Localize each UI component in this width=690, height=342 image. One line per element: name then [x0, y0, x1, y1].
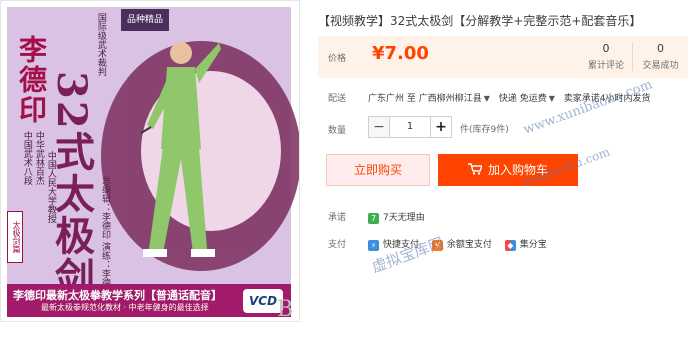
pay-jifenbao[interactable]: ◆ 集分宝 — [504, 237, 547, 251]
promise-value[interactable]: 7 7天无理由 — [368, 210, 425, 224]
cover-title: 32式太极剑 — [48, 71, 95, 299]
price-label: 价格 — [328, 54, 347, 64]
shop-logo: B — [277, 297, 294, 322]
decrease-button[interactable]: − — [368, 116, 390, 138]
cover-side-text: 总编辑：李德印 演练：李德印 — [100, 176, 110, 296]
ship-from: 广东广州 — [368, 94, 405, 104]
promise-row: 承诺 7 7天无理由 — [328, 210, 425, 224]
buy-now-button[interactable]: 立即购买 — [326, 154, 430, 186]
promise-label: 承诺 — [328, 213, 347, 223]
cart-icon — [467, 163, 482, 175]
quantity-input[interactable]: 1 — [390, 116, 430, 138]
quantity-label: 数量 — [328, 126, 347, 136]
cover-credential: 中国武术八段 — [21, 131, 32, 185]
ribbon-tag: 太极剑篇 — [7, 211, 23, 263]
product-image[interactable]: 品种精品 李德印 32式太极剑 中国武术八段 中华武林百杰 中国人民大学教授 国… — [0, 0, 300, 322]
chevron-down-icon[interactable]: ▼ — [549, 94, 555, 103]
cover-credential: 国际级武术裁判 — [95, 13, 106, 76]
watermark-url: www.xunibaoku.com — [521, 77, 655, 138]
stock-text: 件(库存9件) — [460, 125, 509, 135]
sales-stat: 0 交易成功 — [632, 42, 688, 71]
ship-to-word: 至 — [406, 94, 416, 104]
seven-day-icon: 7 — [368, 213, 379, 224]
payment-label: 支付 — [328, 240, 347, 250]
shipping-label: 配送 — [328, 94, 347, 104]
pay-yuebao-label: 余额宝支付 — [446, 240, 492, 250]
jifenbao-icon: ◆ — [504, 240, 516, 251]
cover-author: 李德印 — [15, 35, 48, 125]
sales-label: 交易成功 — [642, 61, 679, 71]
promise-text: 7天无理由 — [383, 213, 425, 223]
price-value: ¥7.00 — [372, 43, 429, 64]
quantity-stepper: − 1 + — [368, 116, 452, 138]
price-panel: 价格 ¥7.00 0 累计评论 0 交易成功 — [318, 36, 688, 78]
increase-button[interactable]: + — [430, 116, 452, 138]
cover-band-title: 李德印最新太极拳教学系列【普通话配音】 — [13, 289, 222, 302]
corner-tag: 品种精品 — [121, 9, 169, 31]
payment-row: 支付 ⚡ 快捷支付 ¥ 余额宝支付 ◆ 集分宝 — [328, 237, 547, 251]
reviews-stat[interactable]: 0 累计评论 — [578, 42, 634, 71]
pay-jifenbao-label: 集分宝 — [519, 240, 547, 250]
shipping-row: 配送 广东广州 至 广西柳州柳江县 ▼ 快递 免运费 ▼ 卖家承诺4小时内发货 — [328, 91, 650, 104]
reviews-count: 0 — [602, 42, 610, 55]
chevron-down-icon[interactable]: ▼ — [484, 94, 490, 103]
express-select[interactable]: 快递 免运费 — [499, 94, 547, 104]
cover-credential: 中国人民大学教授 — [45, 151, 56, 223]
ship-to-select[interactable]: 广西柳州柳江县 — [419, 94, 482, 104]
quick-pay-icon: ⚡ — [368, 240, 379, 251]
tai-chi-figure — [141, 42, 221, 257]
cover-credential: 中华武林百杰 — [33, 131, 44, 185]
reviews-label: 累计评论 — [587, 61, 624, 71]
product-title: 【视频教学】32式太极剑【分解教学+完整示范+配套音乐】 — [318, 14, 642, 28]
sales-count: 0 — [657, 42, 664, 55]
cover-band-subtitle: 最新太极拳规范化教材 · 中老年健身的最佳选择 — [41, 303, 209, 312]
